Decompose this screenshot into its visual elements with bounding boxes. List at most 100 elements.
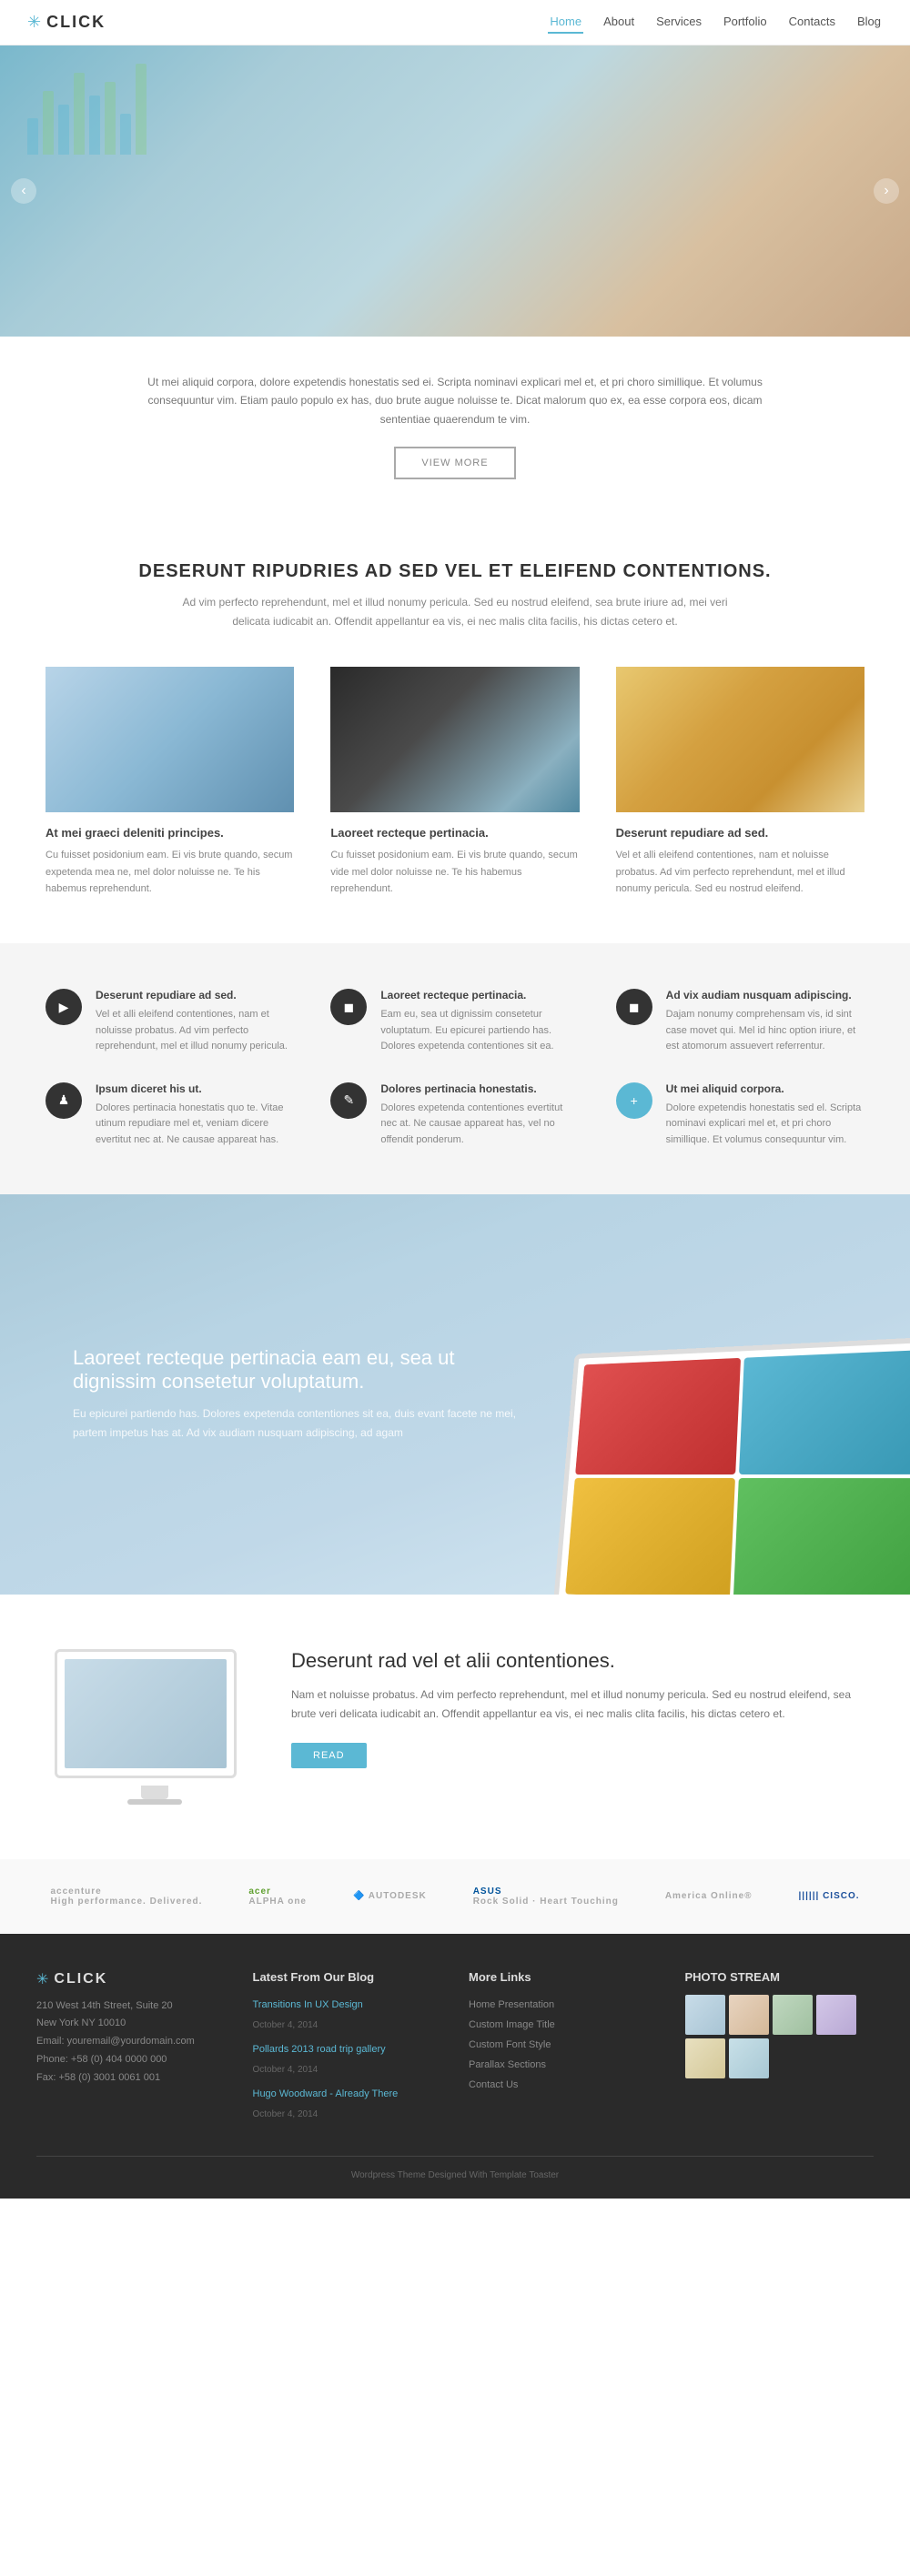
footer-blog-link-2[interactable]: Pollards 2013 road trip gallery: [253, 2039, 442, 2059]
tablet-panel-1: [575, 1357, 741, 1474]
col-item-3: Deserunt repudiare ad sed. Vel et alli e…: [598, 667, 883, 898]
footer-blog-post-2: Pollards 2013 road trip gallery October …: [253, 2039, 442, 2075]
photo-thumb-4[interactable]: [816, 1995, 856, 2035]
feature-body-2: Eam eu, sea ut dignissim consetetur volu…: [380, 1007, 579, 1055]
monitor-base: [127, 1799, 182, 1805]
footer-blog-date-2: October 4, 2014: [253, 2065, 318, 2075]
logo-accenture: accenture High performance. Delivered.: [50, 1887, 202, 1907]
parallax-body: Eu epicurei partiendo has. Dolores expet…: [73, 1404, 528, 1442]
footer-logo-icon: ✳: [36, 1970, 48, 1988]
logo-text: CLICK: [46, 13, 106, 32]
footer-col-blog: Latest From Our Blog Transitions In UX D…: [253, 1970, 442, 2128]
footer-bottom-text: Wordpress Theme Designed With Template T…: [351, 2170, 559, 2180]
footer-bottom: Wordpress Theme Designed With Template T…: [36, 2156, 874, 2180]
read-content: Deserunt rad vel et alii contentiones. N…: [291, 1649, 855, 1768]
features-grid: ▶ Deserunt repudiare ad sed. Vel et alli…: [46, 989, 864, 1149]
col-image-3: [616, 667, 864, 812]
feature-text-1: Deserunt repudiare ad sed. Vel et alli e…: [96, 989, 294, 1055]
logo-acer-text: acer: [248, 1887, 307, 1897]
parallax-section: Laoreet recteque pertinacia eam eu, sea …: [0, 1194, 910, 1595]
col-title-3: Deserunt repudiare ad sed.: [616, 826, 864, 840]
logo-aol-text: America Online®: [665, 1891, 753, 1901]
logos-section: accenture High performance. Delivered. a…: [0, 1859, 910, 1934]
photo-thumb-5[interactable]: [685, 2038, 725, 2078]
footer-link-5[interactable]: Contact Us: [469, 2075, 658, 2095]
feature-text-4: Ipsum diceret his ut. Dolores pertinacia…: [96, 1082, 294, 1149]
nav-home[interactable]: Home: [548, 11, 583, 34]
col-title-2: Laoreet recteque pertinacia.: [330, 826, 579, 840]
nav-contacts[interactable]: Contacts: [787, 11, 837, 34]
view-more-button[interactable]: VIEW MORE: [394, 447, 515, 479]
col-body-3: Vel et alli eleifend contentiones, nam e…: [616, 847, 864, 898]
logo[interactable]: ✳ CLICK: [27, 13, 106, 32]
feature-item-2: ◼ Laoreet recteque pertinacia. Eam eu, s…: [330, 989, 579, 1055]
footer-address-line-5: Fax: +58 (0) 3001 0061 001: [36, 2069, 226, 2088]
footer-link-1[interactable]: Home Presentation: [469, 1995, 658, 2015]
logo-cisco-text: |||||| CISCO.: [799, 1891, 860, 1901]
feature-title-6: Ut mei aliquid corpora.: [666, 1082, 864, 1095]
feature-title-1: Deserunt repudiare ad sed.: [96, 989, 294, 1001]
footer-link-2[interactable]: Custom Image Title: [469, 2015, 658, 2035]
feature-title-2: Laoreet recteque pertinacia.: [380, 989, 579, 1001]
feature-body-3: Dajam nonumy comprehensam vis, id sint c…: [666, 1007, 864, 1055]
feature-item-1: ▶ Deserunt repudiare ad sed. Vel et alli…: [46, 989, 294, 1055]
feature-body-1: Vel et alli eleifend contentiones, nam e…: [96, 1007, 294, 1055]
col-item-2: Laoreet recteque pertinacia. Cu fuisset …: [312, 667, 597, 898]
photo-stream: [685, 1995, 875, 2078]
footer-blog-link-3[interactable]: Hugo Woodward - Already There: [253, 2084, 442, 2104]
logo-aol: America Online®: [665, 1891, 753, 1901]
logo-asus-text: ASUS: [473, 1887, 619, 1897]
footer-blog-link-1[interactable]: Transitions In UX Design: [253, 1995, 442, 2015]
monitor-wrap: [55, 1649, 255, 1805]
footer-link-4[interactable]: Parallax Sections: [469, 2055, 658, 2075]
intro-section: Ut mei aliquid corpora, dolore expetendi…: [0, 337, 910, 516]
footer-blog-title: Latest From Our Blog: [253, 1970, 442, 1984]
feature-icon-2: ◼: [330, 989, 367, 1025]
feature-text-6: Ut mei aliquid corpora. Dolore expetendi…: [666, 1082, 864, 1149]
monitor: [55, 1649, 237, 1778]
photo-thumb-3[interactable]: [773, 1995, 813, 2035]
read-title: Deserunt rad vel et alii contentiones.: [291, 1649, 855, 1673]
tablet-panel-2: [739, 1350, 910, 1474]
nav-services[interactable]: Services: [654, 11, 703, 34]
logo-accenture-text: accenture: [50, 1887, 202, 1897]
footer-address-line-1: 210 West 14th Street, Suite 20: [36, 1997, 226, 2016]
site-footer: ✳ CLICK 210 West 14th Street, Suite 20 N…: [0, 1934, 910, 2199]
read-button[interactable]: READ: [291, 1743, 367, 1768]
feature-icon-1: ▶: [46, 989, 82, 1025]
tablet-screen: [553, 1336, 910, 1594]
col-title-1: At mei graeci deleniti principes.: [46, 826, 294, 840]
nav-blog[interactable]: Blog: [855, 11, 883, 34]
monitor-stand: [141, 1786, 168, 1799]
nav-about[interactable]: About: [602, 11, 636, 34]
photo-thumb-6[interactable]: [729, 2038, 769, 2078]
monitor-screen: [65, 1659, 227, 1768]
footer-logo: ✳ CLICK: [36, 1970, 226, 1988]
parallax-title: Laoreet recteque pertinacia eam eu, sea …: [73, 1346, 528, 1394]
hero-arrow-right[interactable]: ›: [874, 178, 899, 204]
read-body: Nam et noluisse probatus. Ad vim perfect…: [291, 1685, 855, 1725]
logo-accenture-sub: High performance. Delivered.: [50, 1897, 202, 1907]
feature-item-3: ◼ Ad vix audiam nusquam adipiscing. Daja…: [616, 989, 864, 1055]
hero-arrow-left[interactable]: ‹: [11, 178, 36, 204]
feature-body-5: Dolores expetenda contentiones evertitut…: [380, 1101, 579, 1149]
main-heading-subtitle: Ad vim perfecto reprehendunt, mel et ill…: [182, 593, 728, 630]
photo-thumb-1[interactable]: [685, 1995, 725, 2035]
footer-blog-date-3: October 4, 2014: [253, 2109, 318, 2119]
feature-title-3: Ad vix audiam nusquam adipiscing.: [666, 989, 864, 1001]
main-heading-title: DESERUNT RIPUDRIES AD SED VEL ET ELEIFEN…: [36, 561, 874, 582]
nav-portfolio[interactable]: Portfolio: [722, 11, 769, 34]
feature-text-3: Ad vix audiam nusquam adipiscing. Dajam …: [666, 989, 864, 1055]
hero-chart-decoration: [27, 64, 147, 155]
main-heading-section: DESERUNT RIPUDRIES AD SED VEL ET ELEIFEN…: [0, 516, 910, 649]
feature-title-4: Ipsum diceret his ut.: [96, 1082, 294, 1095]
feature-item-5: ✎ Dolores pertinacia honestatis. Dolores…: [330, 1082, 579, 1149]
logo-icon: ✳: [27, 13, 41, 32]
photo-thumb-2[interactable]: [729, 1995, 769, 2035]
footer-link-3[interactable]: Custom Font Style: [469, 2035, 658, 2055]
footer-logo-text: CLICK: [54, 1971, 107, 1987]
feature-body-4: Dolores pertinacia honestatis quo te. Vi…: [96, 1101, 294, 1149]
footer-blog-post-1: Transitions In UX Design October 4, 2014: [253, 1995, 442, 2030]
col-body-2: Cu fuisset posidonium eam. Ei vis brute …: [330, 847, 579, 898]
read-section: Deserunt rad vel et alii contentiones. N…: [0, 1595, 910, 1859]
